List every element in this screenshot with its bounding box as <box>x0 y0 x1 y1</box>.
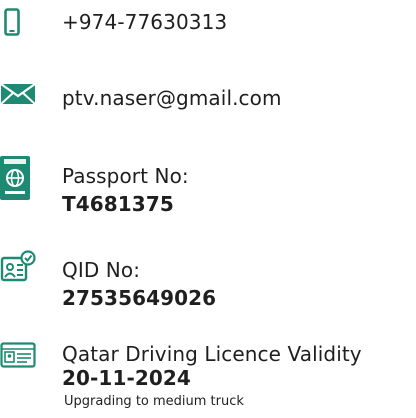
driving-licence-label: Qatar Driving Licence Validity <box>62 342 362 366</box>
driving-licence-icon <box>0 342 36 368</box>
qid-number: 27535649026 <box>62 286 217 310</box>
email-address[interactable]: ptv.naser@gmail.com <box>62 86 282 110</box>
id-card-icon <box>0 250 36 282</box>
driving-licence-note: Upgrading to medium truck <box>64 394 244 409</box>
passport-label: Passport No: <box>62 164 189 188</box>
qid-row: QID No: 27535649026 <box>0 244 416 314</box>
email-row: ptv.naser@gmail.com <box>0 74 416 120</box>
passport-icon <box>0 156 30 200</box>
phone-number[interactable]: +974-77630313 <box>62 10 227 34</box>
driving-licence-row: Qatar Driving Licence Validity 20-11-202… <box>0 332 416 418</box>
phone-icon <box>4 8 20 36</box>
qid-label: QID No: <box>62 258 141 282</box>
mail-icon <box>0 83 36 105</box>
phone-row: +974-77630313 <box>0 0 416 46</box>
passport-row: Passport No: T4681375 <box>0 150 416 220</box>
driving-licence-validity: 20-11-2024 <box>62 366 191 390</box>
passport-number: T4681375 <box>62 192 174 216</box>
